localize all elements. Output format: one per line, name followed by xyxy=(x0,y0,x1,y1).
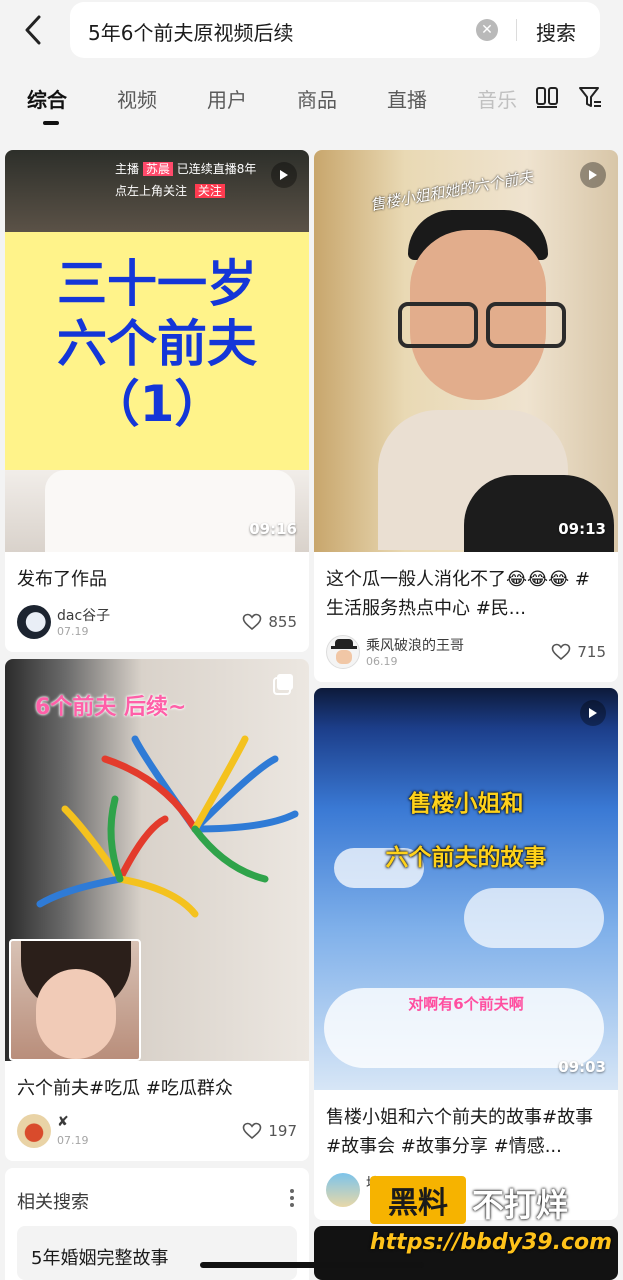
active-tab-indicator xyxy=(43,121,59,125)
video-card[interactable]: 售楼小姐和 六个前夫的故事 对啊有6个前夫啊 09:03 售楼小姐和六个前夫的故… xyxy=(314,688,618,1220)
divider xyxy=(516,19,517,41)
more-options-icon[interactable] xyxy=(289,1188,295,1208)
tab-live[interactable]: 直播 xyxy=(387,84,427,113)
album-title[interactable]: 六个前夫#吃瓜 #吃瓜群众 xyxy=(17,1074,297,1103)
post-date: 07.19 xyxy=(57,1134,89,1147)
video-title[interactable]: 发布了作品 xyxy=(17,565,297,594)
watermark-url: https://bbdy39.com xyxy=(370,1230,613,1255)
layout-toggle-icon[interactable] xyxy=(534,84,560,110)
avatar[interactable] xyxy=(17,605,51,639)
like-count-value: 855 xyxy=(268,613,297,631)
back-arrow-icon xyxy=(25,15,41,45)
like-count[interactable]: 715 xyxy=(551,643,606,661)
thumbnail-top-banner: 主播 苏晨 已连续直播8年 点左上角关注 关注 xyxy=(5,150,309,232)
search-header: 5年6个前夫原视频后续 ✕ 搜索 xyxy=(0,0,623,62)
overlay-line: （1） xyxy=(89,375,225,433)
video-thumbnail[interactable]: 主播 苏晨 已连续直播8年 点左上角关注 关注 三十一岁 六个前夫 （1） 09… xyxy=(5,150,309,552)
like-count-value: 197 xyxy=(268,1122,297,1140)
close-icon: ✕ xyxy=(481,22,493,38)
thumbnail-bottom xyxy=(5,470,309,552)
tab-users[interactable]: 用户 xyxy=(207,84,247,113)
banner-text: 已连续直播8年 xyxy=(176,162,257,176)
author-name[interactable]: dac谷子 xyxy=(57,605,110,625)
album-card[interactable]: 6个前夫 后续~ 六个前夫#吃瓜 #吃瓜群众 ✘ 07.19 197 xyxy=(5,659,309,1161)
related-search-item[interactable]: 5年婚姻完整故事 xyxy=(17,1226,297,1280)
post-date: 07.19 xyxy=(57,625,89,638)
related-search-text: 5年婚姻完整故事 xyxy=(31,1248,169,1269)
play-icon xyxy=(580,700,606,726)
overlay-line: 六个前夫的故事 xyxy=(385,845,547,871)
tab-products[interactable]: 商品 xyxy=(297,84,337,113)
filter-icon[interactable] xyxy=(577,84,603,110)
banner-name: 苏晨 xyxy=(142,162,173,176)
banner-text: 点左上角关注 xyxy=(115,184,188,198)
album-thumbnail[interactable]: 6个前夫 后续~ xyxy=(5,659,309,1061)
inset-photo xyxy=(9,939,141,1061)
banner-follow: 关注 xyxy=(194,184,225,198)
video-card[interactable]: 主播 苏晨 已连续直播8年 点左上角关注 关注 三十一岁 六个前夫 （1） 09… xyxy=(5,150,309,652)
overlay-line: 三十一岁 xyxy=(57,255,257,313)
video-title[interactable]: 这个瓜一般人消化不了😂😂😂 #生活服务热点中心 #民... xyxy=(326,565,606,623)
thumbnail-text-overlay: 三十一岁 六个前夫 （1） xyxy=(5,232,309,470)
album-overlay-text: 6个前夫 后续~ xyxy=(35,695,187,720)
watermark-text: 不打烊 xyxy=(472,1186,569,1224)
album-icon xyxy=(273,674,293,695)
microphone xyxy=(464,475,614,552)
play-icon xyxy=(580,162,606,188)
search-input[interactable]: 5年6个前夫原视频后续 ✕ 搜索 xyxy=(70,2,600,58)
overlay-line: 售楼小姐和 xyxy=(408,791,524,817)
play-icon xyxy=(271,162,297,188)
video-duration: 09:16 xyxy=(249,520,297,538)
heart-icon xyxy=(243,1122,262,1140)
video-card[interactable]: 售楼小姐和她的六个前夫 09:13 这个瓜一般人消化不了😂😂😂 #生活服务热点中… xyxy=(314,150,618,682)
tab-video[interactable]: 视频 xyxy=(117,84,157,113)
tab-music[interactable]: 音乐 xyxy=(477,84,521,113)
watermark: 黑料 不打烊 https://bbdy39.com xyxy=(370,1176,615,1268)
related-searches-title: 相关搜索 xyxy=(17,1192,89,1213)
like-count[interactable]: 197 xyxy=(242,1122,297,1140)
like-count[interactable]: 855 xyxy=(242,613,297,631)
avatar[interactable] xyxy=(17,1114,51,1148)
video-title[interactable]: 售楼小姐和六个前夫的故事#故事 #故事会 #故事分享 #情感... xyxy=(326,1103,606,1161)
avatar[interactable] xyxy=(326,635,360,669)
back-button[interactable] xyxy=(18,14,48,46)
video-thumbnail[interactable]: 售楼小姐和 六个前夫的故事 对啊有6个前夫啊 09:03 xyxy=(314,688,618,1090)
video-thumbnail[interactable]: 售楼小姐和她的六个前夫 09:13 xyxy=(314,150,618,552)
heart-icon xyxy=(243,613,262,631)
author-name[interactable]: ✘ xyxy=(57,1114,69,1130)
overlay-line: 六个前夫 xyxy=(57,315,257,373)
video-duration: 09:13 xyxy=(558,520,606,538)
video-duration: 09:03 xyxy=(558,1058,606,1076)
post-date: 06.19 xyxy=(366,655,398,668)
search-query-text[interactable]: 5年6个前夫原视频后续 xyxy=(88,17,293,46)
category-tabs: 综合 视频 用户 商品 直播 音乐 xyxy=(0,78,623,128)
search-button[interactable]: 搜索 xyxy=(536,17,576,46)
pipe-cleaner-flowers xyxy=(36,735,299,918)
clear-search-button[interactable]: ✕ xyxy=(476,19,498,41)
watermark-badge: 黑料 xyxy=(370,1176,466,1224)
overlay-subtitle: 对啊有6个前夫啊 xyxy=(408,995,524,1013)
author-name[interactable]: 乘风破浪的王哥 xyxy=(366,635,464,655)
banner-text: 主播 xyxy=(115,162,140,176)
avatar[interactable] xyxy=(326,1173,360,1207)
like-count-value: 715 xyxy=(577,643,606,661)
heart-icon xyxy=(552,643,571,661)
home-indicator xyxy=(200,1262,424,1268)
tab-all[interactable]: 综合 xyxy=(27,84,67,113)
